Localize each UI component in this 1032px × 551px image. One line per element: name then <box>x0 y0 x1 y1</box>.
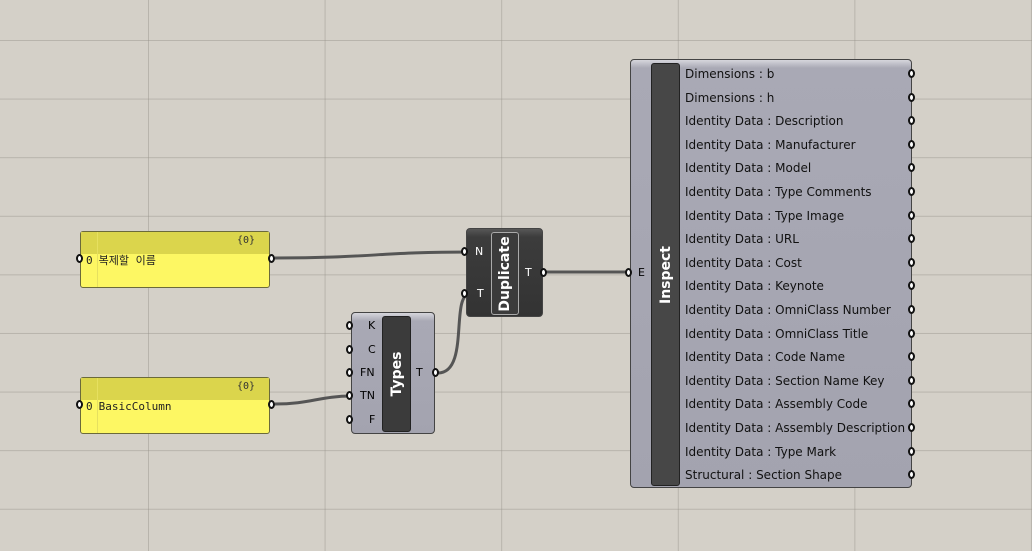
input-fn: FN <box>360 366 375 379</box>
input-tn: TN <box>360 389 375 402</box>
panel-header: {0} <box>81 232 269 254</box>
types-title: Types <box>388 351 405 397</box>
panel2-input-grip[interactable] <box>76 400 83 409</box>
input-f: F <box>369 413 376 426</box>
inspect-output-grip[interactable] <box>908 423 915 432</box>
inspect-output-grip[interactable] <box>908 446 915 456</box>
inspect-output-label: Identity Data : Code Name <box>685 350 846 365</box>
types-tn-grip[interactable] <box>346 391 353 400</box>
inspect-title-bar: Inspect <box>651 63 680 486</box>
inspect-output-label: Identity Data : Model <box>685 161 812 176</box>
inspect-output-label: Identity Data : OmniClass Number <box>685 303 891 317</box>
text-panel-type-name[interactable]: {0} 0 BasicColumn <box>80 377 270 434</box>
panel-index: 0 <box>86 254 93 267</box>
inspect-output-grip[interactable] <box>908 305 915 314</box>
inspect-output-grip[interactable] <box>908 187 915 196</box>
panel2-output-grip[interactable] <box>268 400 275 409</box>
duplicate-out-grip[interactable] <box>540 268 547 277</box>
inspect-output-label: Identity Data : Manufacturer <box>685 137 856 152</box>
types-k-grip[interactable] <box>346 321 353 330</box>
panel-index: 0 <box>86 400 93 413</box>
inspect-output-grip[interactable] <box>908 257 915 267</box>
inspect-output-label: Identity Data : Assembly Code <box>685 397 868 412</box>
inspect-output-label: Identity Data : Type Comments <box>685 185 872 199</box>
inspect-output-label: Identity Data : Cost <box>685 255 802 270</box>
inspect-output-label: Identity Data : Type Mark <box>685 444 837 459</box>
output-t: T <box>525 266 532 279</box>
text-panel-name[interactable]: {0} 0 복제할 이름 <box>80 231 270 288</box>
inspect-output-label: Identity Data : Description <box>685 114 844 129</box>
input-c: C <box>368 343 376 356</box>
panel-value[interactable]: BasicColumn <box>99 400 172 413</box>
panel-header: {0} <box>81 378 269 400</box>
duplicate-n-grip[interactable] <box>461 247 468 256</box>
panel1-output-grip[interactable] <box>268 254 275 263</box>
inspect-output-label: Identity Data : URL <box>685 232 799 247</box>
wire-panel2-to-types-tn <box>274 394 353 406</box>
inspect-output-grip[interactable] <box>908 69 915 78</box>
inspect-output-label: Dimensions : b <box>685 67 775 81</box>
inspect-component[interactable]: Inspect E Dimensions : b Dimensions : h Id… <box>630 59 912 488</box>
wire-panel1-to-duplicate-n <box>274 250 471 260</box>
inspect-output-grip[interactable] <box>908 375 915 385</box>
input-e: E <box>638 266 645 279</box>
types-title-bar: Types <box>382 316 411 432</box>
inspect-output-label: Identity Data : Assembly Description <box>685 421 906 435</box>
types-component[interactable]: Types K C FN TN F T <box>351 312 435 434</box>
inspect-e-grip[interactable] <box>625 268 632 277</box>
types-fn-grip[interactable] <box>346 368 353 377</box>
duplicate-title-bar: Duplicate <box>491 232 519 315</box>
inspect-output-label: Identity Data : OmniClass Title <box>685 326 869 341</box>
input-n: N <box>475 245 484 258</box>
output-t: T <box>416 366 423 379</box>
duplicate-component[interactable]: Duplicate N T T <box>466 228 543 317</box>
inspect-output-grip[interactable] <box>908 328 915 338</box>
inspect-output-label: Identity Data : Keynote <box>685 279 824 294</box>
duplicate-title: Duplicate <box>497 235 513 312</box>
inspect-output-grip[interactable] <box>908 139 915 149</box>
types-t-grip[interactable] <box>432 368 439 377</box>
inspect-output-label: Identity Data : Section Name Key <box>685 373 885 388</box>
input-t: T <box>477 287 484 300</box>
types-c-grip[interactable] <box>346 345 353 354</box>
input-k: K <box>368 319 376 332</box>
inspect-output-label: Identity Data : Type Image <box>685 208 845 223</box>
panel-value[interactable]: 복제할 이름 <box>99 254 156 267</box>
inspect-output-label: Structural : Section Shape <box>685 468 843 483</box>
types-f-grip[interactable] <box>346 415 353 424</box>
duplicate-t-grip[interactable] <box>461 289 468 298</box>
inspect-output-grip[interactable] <box>908 92 915 102</box>
inspect-title: Inspect <box>657 245 674 304</box>
inspect-output-grip[interactable] <box>908 210 915 220</box>
panel1-input-grip[interactable] <box>76 254 83 263</box>
inspect-output-label: Dimensions : h <box>685 90 775 105</box>
